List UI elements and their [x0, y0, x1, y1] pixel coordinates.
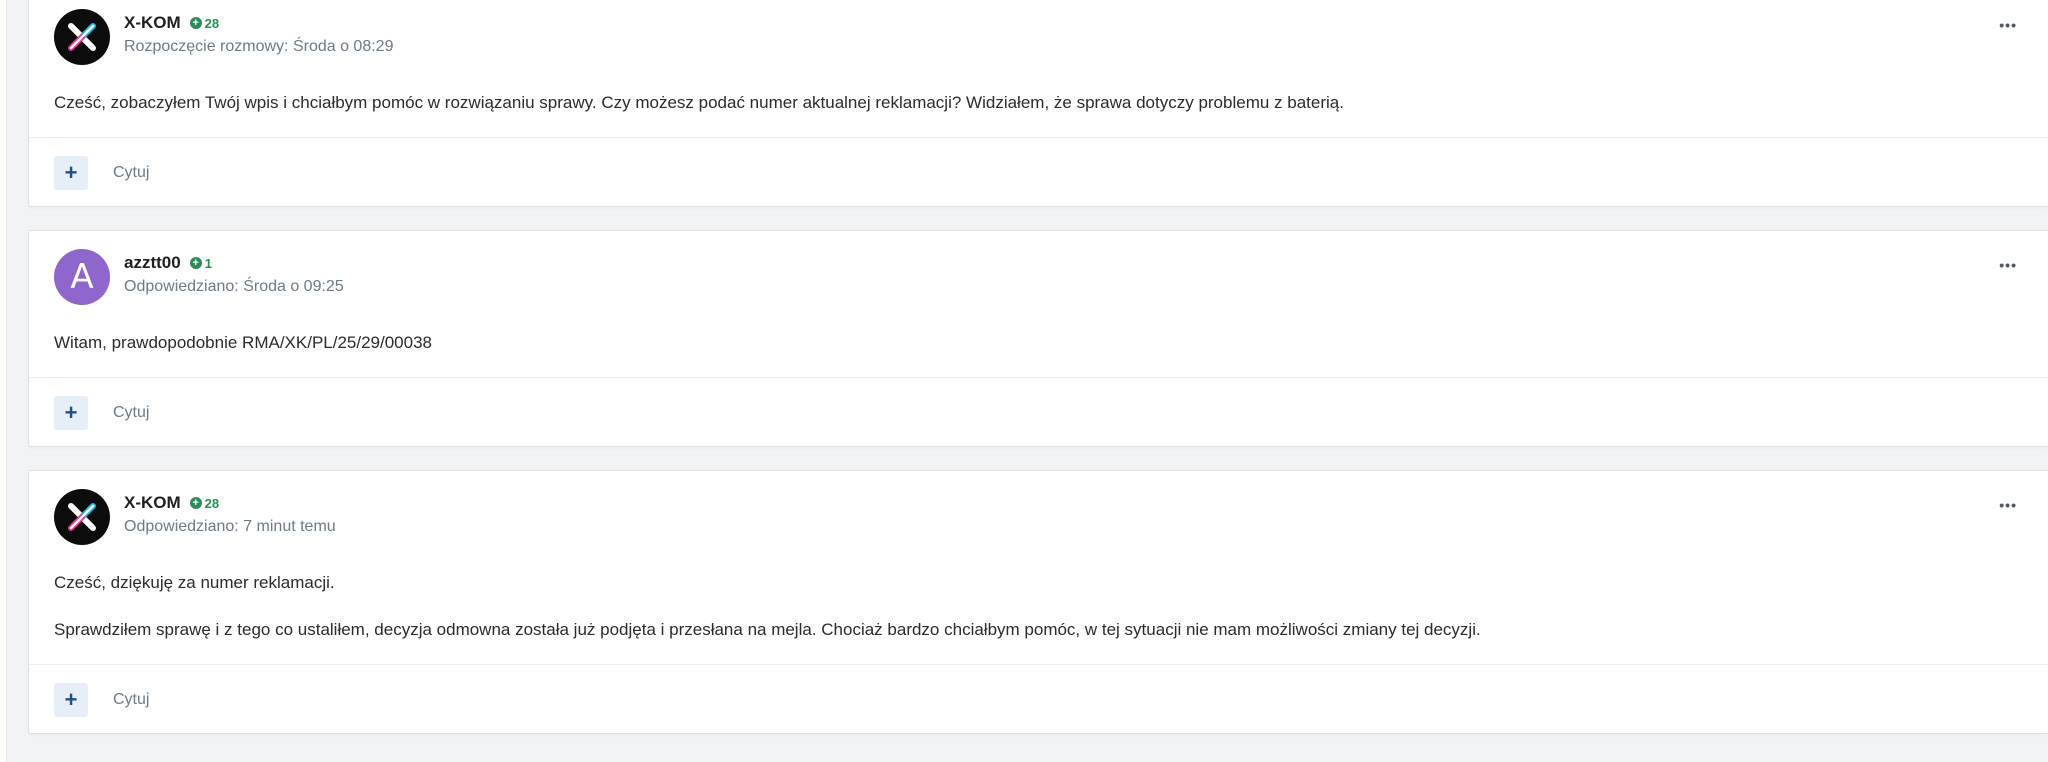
comment-post: X-KOM + 28 Rozpoczęcie rozmowy: Środa o … — [28, 0, 2048, 207]
post-body: Cześć, zobaczyłem Twój wpis i chciałbym … — [29, 87, 2048, 137]
x-kom-logo-icon — [68, 23, 96, 51]
reputation-count: 28 — [204, 495, 220, 511]
left-rail — [0, 0, 7, 762]
post-timestamp: Odpowiedziano: 7 minut temu — [124, 518, 336, 535]
comment-post: X-KOM + 28 Odpowiedziano: 7 minut temu •… — [28, 470, 2048, 734]
ellipsis-icon[interactable]: ••• — [1999, 257, 2017, 273]
ellipsis-icon[interactable]: ••• — [1999, 497, 2017, 513]
plus-circle-icon: + — [189, 257, 202, 269]
x-kom-avatar[interactable] — [54, 9, 110, 65]
post-paragraph: Sprawdziłem sprawę i z tego co ustaliłem… — [54, 620, 1481, 639]
post-header: X-KOM + 28 Rozpoczęcie rozmowy: Środa o … — [29, 0, 2048, 87]
post-body: Witam, prawdopodobnie RMA/XK/PL/25/29/00… — [29, 327, 2048, 377]
post-footer: + Cytuj — [29, 377, 2048, 446]
x-kom-logo-icon — [68, 503, 96, 531]
plus-icon[interactable]: + — [54, 156, 88, 190]
post-body: Cześć, dziękuję za numer reklamacji. Spr… — [29, 567, 2048, 664]
reputation-badge: + 28 — [189, 15, 220, 31]
author-block: azztt00 + 1 Odpowiedziano: Środa o 09:25 — [124, 251, 344, 296]
reputation-badge: + 28 — [189, 495, 220, 511]
comment-post: A azztt00 + 1 Odpowiedziano: Środa o 09:… — [28, 230, 2048, 447]
post-timestamp: Rozpoczęcie rozmowy: Środa o 08:29 — [124, 38, 394, 55]
author-name[interactable]: X-KOM — [124, 13, 181, 33]
plus-circle-icon: + — [189, 17, 202, 29]
author-name[interactable]: X-KOM — [124, 493, 181, 513]
post-footer: + Cytuj — [29, 664, 2048, 733]
comment-stream: X-KOM + 28 Rozpoczęcie rozmowy: Środa o … — [28, 0, 2048, 757]
post-paragraph: Witam, prawdopodobnie RMA/XK/PL/25/29/00… — [54, 333, 433, 352]
author-block: X-KOM + 28 Rozpoczęcie rozmowy: Środa o … — [124, 11, 393, 56]
post-header: A azztt00 + 1 Odpowiedziano: Środa o 09:… — [29, 231, 2048, 327]
post-footer: + Cytuj — [29, 137, 2048, 206]
avatar[interactable]: A — [54, 249, 110, 305]
reputation-count: 28 — [204, 15, 220, 31]
reputation-badge: + 1 — [189, 255, 212, 271]
plus-icon[interactable]: + — [54, 396, 88, 430]
plus-circle-icon: + — [189, 497, 202, 509]
author-block: X-KOM + 28 Odpowiedziano: 7 minut temu — [124, 491, 336, 536]
reputation-count: 1 — [204, 255, 212, 271]
author-name[interactable]: azztt00 — [124, 253, 181, 273]
quote-button[interactable]: Cytuj — [113, 164, 149, 182]
post-timestamp: Odpowiedziano: Środa o 09:25 — [124, 278, 344, 295]
post-paragraph: Cześć, zobaczyłem Twój wpis i chciałbym … — [54, 93, 1344, 112]
post-header: X-KOM + 28 Odpowiedziano: 7 minut temu •… — [29, 471, 2048, 567]
post-paragraph: Cześć, dziękuję za numer reklamacji. — [54, 573, 335, 592]
x-kom-avatar[interactable] — [54, 489, 110, 545]
quote-button[interactable]: Cytuj — [113, 691, 149, 709]
quote-button[interactable]: Cytuj — [113, 404, 149, 422]
ellipsis-icon[interactable]: ••• — [1999, 17, 2017, 33]
plus-icon[interactable]: + — [54, 683, 88, 717]
